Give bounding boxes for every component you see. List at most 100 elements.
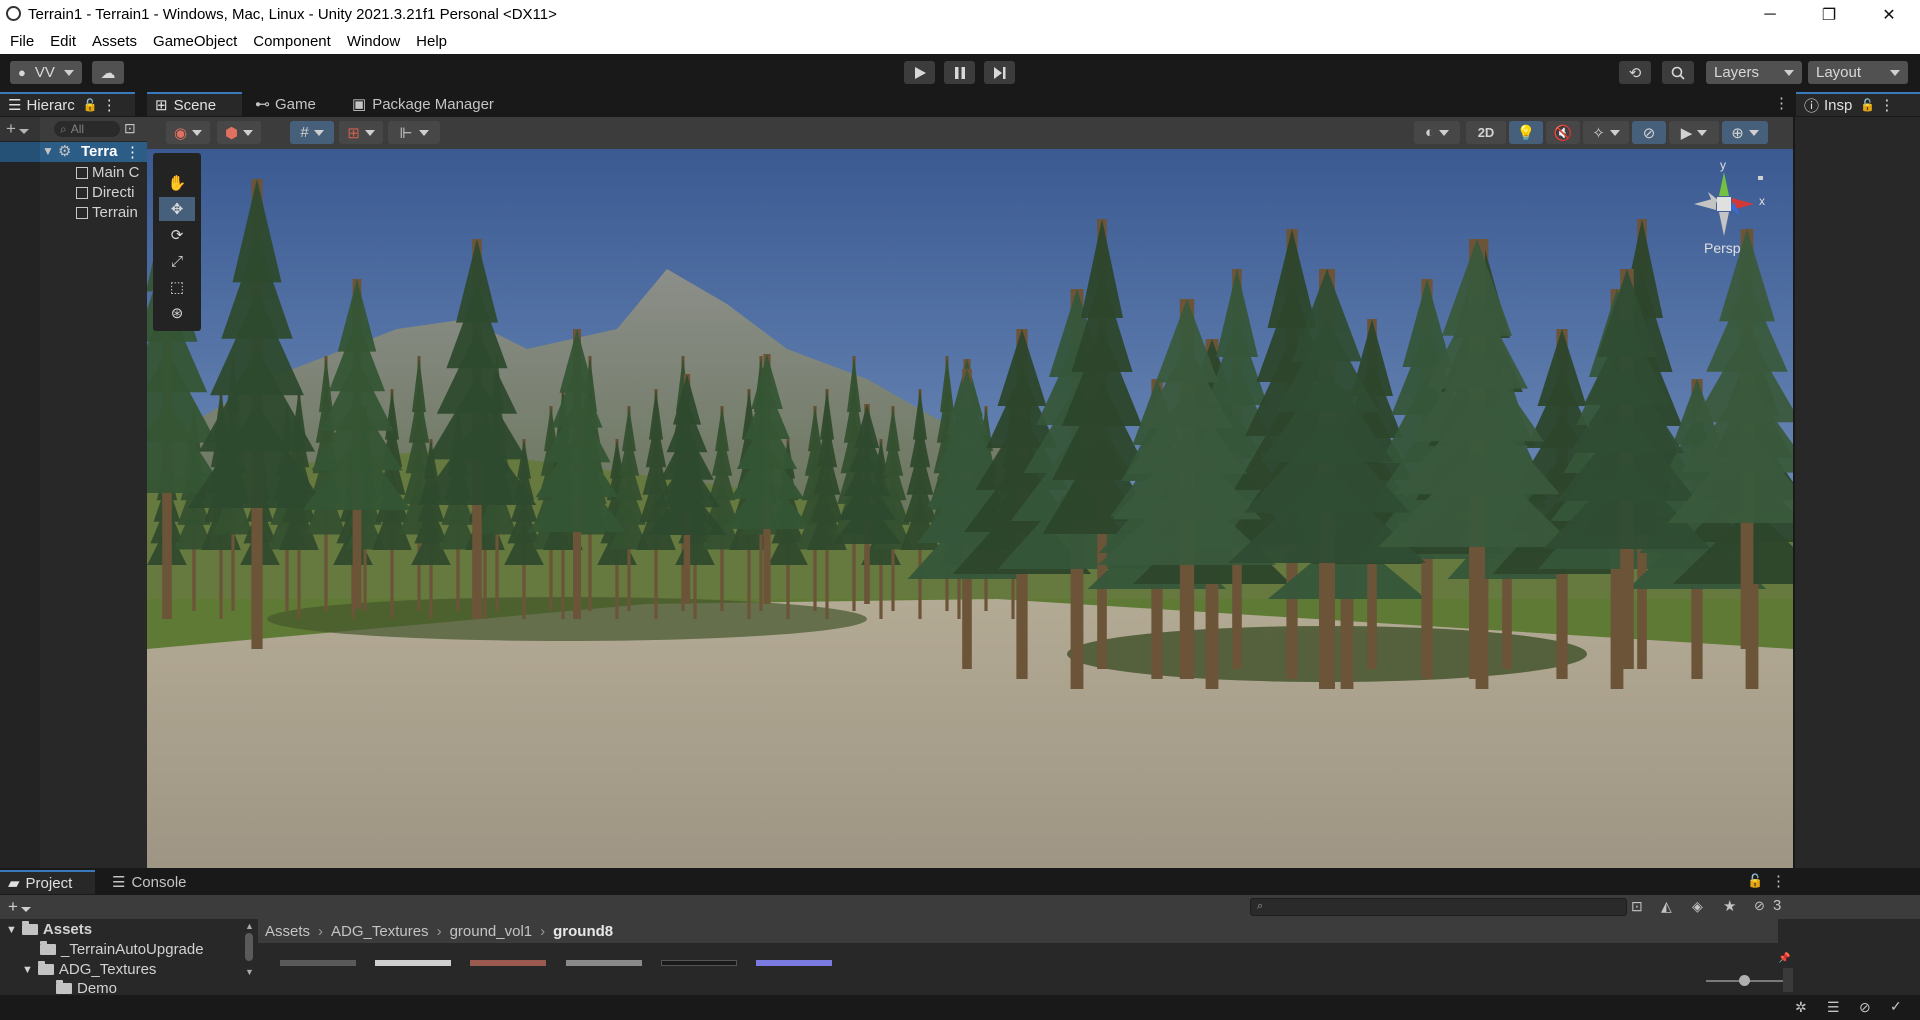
auto-generate-lighting-icon[interactable]: ⊘	[1859, 999, 1871, 1016]
more-menu-icon[interactable]: ⋮	[1879, 96, 1894, 114]
orientation-gizmo[interactable]: y x Persp	[1684, 158, 1774, 259]
cache-server-icon[interactable]: ☰	[1827, 999, 1840, 1016]
zoom-slider-handle[interactable]	[1739, 975, 1750, 986]
package-icon: ▣	[352, 96, 367, 113]
menu-gameobject[interactable]: GameObject	[145, 33, 245, 50]
menu-edit[interactable]: Edit	[42, 33, 84, 50]
hierarchy-item[interactable]: Directi	[76, 184, 135, 201]
tab-console[interactable]: ☰ Console	[104, 870, 204, 894]
cloud-button[interactable]: ☁	[92, 61, 124, 84]
layers-dropdown[interactable]: Layers	[1706, 61, 1802, 84]
transform-tool-button[interactable]: ⊛	[159, 301, 195, 325]
account-dropdown[interactable]: ● VV	[10, 61, 82, 84]
rotate-tool-button[interactable]: ⟳	[159, 223, 195, 247]
rect-tool-button[interactable]: ⬚	[159, 275, 195, 299]
breadcrumb-item[interactable]: Assets	[265, 923, 310, 940]
draw-mode-dropdown[interactable]: ◐	[1414, 121, 1460, 144]
camera-settings-dropdown[interactable]: ▶	[1669, 121, 1719, 144]
play-button[interactable]	[904, 61, 935, 84]
content-scrollbar[interactable]	[1783, 968, 1793, 992]
window-titlebar: Terrain1 - Terrain1 - Windows, Mac, Linu…	[0, 0, 1920, 29]
close-button[interactable]: ✕	[1860, 0, 1918, 29]
tree-scrollbar[interactable]: ▲ ▼	[245, 921, 255, 993]
project-search-input[interactable]: ⌕	[1250, 898, 1627, 916]
filter-by-label-icon[interactable]: ◈	[1692, 898, 1703, 915]
asset-thumbnail[interactable]	[756, 960, 832, 966]
tree-item[interactable]: ▼ ADG_Textures	[22, 961, 156, 978]
history-button[interactable]: ⟲	[1619, 61, 1651, 84]
menu-window[interactable]: Window	[339, 33, 408, 50]
tool-handle-rotation-dropdown[interactable]: ⬢	[217, 121, 261, 144]
more-menu-icon[interactable]: ⋮	[1771, 872, 1786, 890]
scene-visibility-icon[interactable]: ⊡	[124, 120, 136, 137]
scale-tool-button[interactable]: ⤢	[159, 249, 195, 273]
hierarchy-search-input[interactable]: ⌕ All	[54, 121, 120, 137]
menu-component[interactable]: Component	[245, 33, 339, 50]
tab-scene-label: Scene	[173, 96, 217, 114]
snap-toggle[interactable]: ⊞	[339, 121, 383, 144]
increment-snap-dropdown[interactable]: ⊩	[388, 121, 440, 144]
menu-file[interactable]: File	[2, 33, 42, 50]
search-by-type-icon[interactable]: ⊡	[1631, 898, 1643, 915]
tab-package-manager[interactable]: ▣ Package Manager	[344, 92, 514, 116]
tree-item[interactable]: ▼ Assets	[6, 921, 92, 938]
search-icon	[1671, 66, 1685, 80]
lock-icon[interactable]: 🔓	[83, 98, 98, 112]
hierarchy-item[interactable]: Main C	[76, 164, 140, 181]
projection-label[interactable]: Persp	[1704, 240, 1741, 256]
debug-icon[interactable]: ✲	[1795, 999, 1807, 1016]
tool-handle-position-dropdown[interactable]: ◉	[166, 121, 210, 144]
breadcrumb-item[interactable]: ADG_Textures	[331, 923, 429, 940]
step-button[interactable]	[984, 61, 1015, 84]
create-asset-button[interactable]: +	[8, 897, 31, 917]
scrollbar-thumb[interactable]	[245, 933, 253, 961]
more-menu-icon[interactable]: ⋮	[125, 143, 140, 161]
asset-thumbnail[interactable]	[375, 960, 451, 966]
folder-icon	[37, 961, 54, 975]
pin-icon[interactable]: 📌	[1778, 953, 1790, 964]
filter-by-type-icon[interactable]: ◭	[1661, 898, 1672, 915]
menu-assets[interactable]: Assets	[84, 33, 145, 50]
lighting-toggle[interactable]: 💡	[1509, 121, 1543, 144]
progress-check-icon[interactable]: ✓	[1890, 998, 1902, 1015]
chevron-right-icon: ›	[540, 923, 546, 940]
search-button[interactable]	[1662, 61, 1694, 84]
pause-button[interactable]	[944, 61, 975, 84]
grid-toggle[interactable]: #	[290, 121, 334, 144]
scene-render	[147, 149, 1793, 868]
breadcrumb-item[interactable]: ground_vol1	[450, 923, 533, 940]
axis-y-label: y	[1720, 158, 1726, 172]
asset-thumbnail[interactable]	[661, 960, 737, 966]
minimize-button[interactable]: ─	[1741, 0, 1799, 29]
asset-thumbnail[interactable]	[566, 960, 642, 966]
more-menu-icon[interactable]: ⋮	[1774, 94, 1789, 112]
scene-viewport[interactable]: ✋ ✥ ⟳ ⤢ ⬚ ⊛ y x Persp	[147, 149, 1793, 868]
tab-inspector[interactable]: ⓘ Insp 🔓 ⋮	[1796, 92, 1920, 116]
hierarchy-item[interactable]: Terrain	[76, 204, 138, 221]
layout-dropdown[interactable]: Layout	[1808, 61, 1908, 84]
restore-button[interactable]: ❐	[1800, 0, 1858, 29]
asset-thumbnail[interactable]	[470, 960, 546, 966]
hidden-packages-icon[interactable]: ⊘	[1754, 898, 1765, 914]
hidden-objects-toggle[interactable]: ⊘	[1632, 121, 1666, 144]
toggle-2d-button[interactable]: 2D	[1466, 121, 1506, 144]
tab-game[interactable]: ⊷ Game	[247, 92, 327, 116]
tab-scene[interactable]: ⊞ Scene	[147, 92, 242, 116]
tree-item[interactable]: _TerrainAutoUpgrade	[40, 941, 204, 958]
breadcrumb-current[interactable]: ground8	[553, 923, 613, 940]
lock-icon[interactable]: 🔓	[1747, 873, 1763, 889]
menu-help[interactable]: Help	[408, 33, 455, 50]
favorite-star-icon[interactable]: ★	[1723, 897, 1736, 915]
gizmos-dropdown[interactable]: ⊕	[1722, 121, 1768, 144]
tab-project[interactable]: ▰ Project	[0, 870, 95, 894]
hand-tool-button[interactable]: ✋	[159, 171, 195, 195]
audio-toggle[interactable]: 🔇	[1546, 121, 1580, 144]
move-tool-button[interactable]: ✥	[159, 197, 195, 221]
asset-thumbnail[interactable]	[280, 960, 356, 966]
effects-icon: ✧	[1592, 124, 1605, 142]
lock-icon[interactable]: 🔓	[1860, 98, 1875, 112]
tab-hierarchy[interactable]: ☰ Hierarc 🔓 ⋮	[0, 92, 135, 116]
gameobject-cube-icon	[76, 186, 88, 199]
more-menu-icon[interactable]: ⋮	[102, 96, 117, 114]
effects-dropdown[interactable]: ✧	[1583, 121, 1629, 144]
